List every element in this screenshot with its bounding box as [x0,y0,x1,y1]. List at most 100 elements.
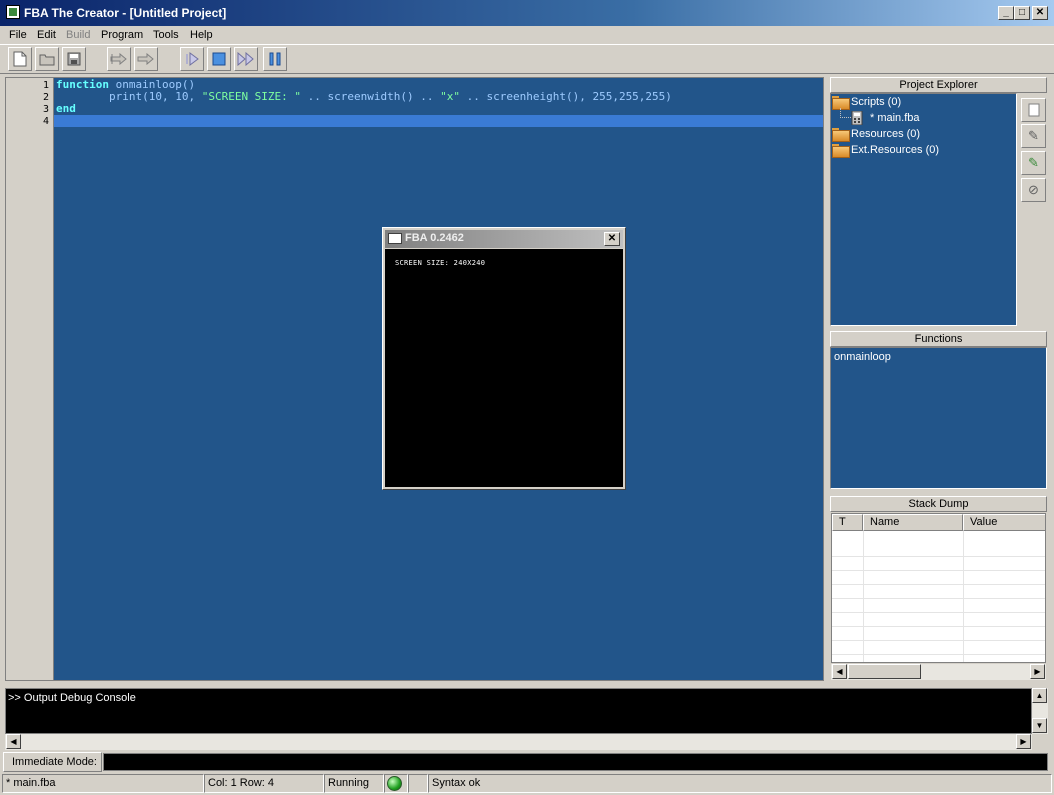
prohibited-icon: ⊘ [1028,182,1039,197]
function-item-onmainloop[interactable]: onmainloop [834,350,891,364]
grid-row [832,628,1045,641]
folder-icon [832,144,850,158]
status-syntax: Syntax ok [428,774,1052,793]
line-number-gutter: 1 2 3 4 [6,78,54,680]
status-file: * main.fba [2,774,204,793]
line-number: 1 [42,80,49,91]
line-number: 2 [42,92,49,103]
pause-button[interactable] [263,47,287,71]
new-file-icon [13,51,27,67]
line-number: 4 [42,116,49,127]
functions-header: Functions [830,331,1047,347]
scroll-down-button[interactable]: ▼ [1032,718,1047,733]
immediate-mode-input[interactable] [103,753,1048,771]
scroll-thumb[interactable] [848,664,921,679]
save-disk-icon [67,52,81,66]
scroll-right-button[interactable]: ▶ [1030,664,1045,679]
menu-file[interactable]: File [7,27,29,43]
scroll-right-button[interactable]: ▶ [1016,734,1031,749]
stop-icon [212,52,226,66]
attach-button[interactable]: ✎ [1021,124,1046,148]
menu-bar: File Edit Build Program Tools Help [0,26,1054,44]
fast-forward-icon [237,52,254,66]
script-file-icon [851,111,863,125]
project-explorer-tree[interactable]: Scripts (0) * main.fba Resources (0) Ext… [830,93,1017,326]
open-folder-icon [39,54,55,66]
minimize-button[interactable]: _ [998,6,1014,20]
maximize-button[interactable]: □ [1014,6,1030,20]
functions-list[interactable]: onmainloop [830,347,1047,489]
project-explorer-header: Project Explorer [830,77,1047,93]
grid-row [832,544,1045,557]
console-text: >> Output Debug Console [8,692,136,704]
scroll-up-button[interactable]: ▲ [1032,688,1047,703]
step-into-button[interactable] [107,47,131,71]
stack-dump-header: Stack Dump [830,496,1047,512]
console-hscrollbar[interactable] [5,734,1032,750]
title-bar: FBA The Creator - [Untitled Project] _ □… [0,0,1054,26]
running-indicator-icon [387,776,402,791]
column-header-t[interactable]: T [832,514,863,531]
remove-button[interactable]: ⊘ [1021,178,1046,202]
menu-tools[interactable]: Tools [151,27,181,43]
tree-item-scripts[interactable]: Scripts (0) [851,95,901,109]
attach-plus-icon: ✎ [1028,155,1039,170]
save-button[interactable] [62,47,86,71]
code-line: end [56,102,76,115]
output-debug-console[interactable]: >> Output Debug Console [5,688,1032,734]
scroll-left-button[interactable]: ◀ [6,734,21,749]
grid-row [832,558,1045,571]
menu-help[interactable]: Help [188,27,215,43]
folder-icon [832,128,850,142]
status-bar: * main.fba Col: 1 Row: 4 Running Syntax … [0,773,1054,795]
fast-forward-button[interactable] [234,47,258,71]
menu-edit[interactable]: Edit [35,27,58,43]
fba-screen-text: SCREEN SIZE: 240X240 [395,259,486,267]
add-script-button[interactable] [1021,98,1046,122]
grid-row [832,600,1045,613]
app-icon [6,5,20,19]
grid-row [832,642,1045,655]
window-title: FBA The Creator - [Untitled Project] [24,6,227,20]
pause-icon [269,52,281,66]
menu-program[interactable]: Program [99,27,145,43]
run-icon [186,52,199,66]
step-over-icon [137,53,154,65]
fba-close-button[interactable]: ✕ [604,232,620,246]
status-state: Running [324,774,384,793]
attach-external-button[interactable]: ✎ [1021,151,1046,175]
tree-item-resources[interactable]: Resources (0) [851,127,920,141]
toolbar [0,44,1054,74]
code-line: print(10, 10, "SCREEN SIZE: " .. screenw… [56,90,672,103]
paperclip-icon: ✎ [1028,128,1039,143]
line-number: 3 [42,104,49,115]
folder-icon [832,96,850,110]
column-header-name[interactable]: Name [863,514,963,531]
stop-button[interactable] [207,47,231,71]
status-spacer [408,774,428,793]
stack-dump-grid[interactable]: T Name Value [831,513,1046,663]
fba-window-title: FBA 0.2462 [405,232,464,244]
new-button[interactable] [8,47,32,71]
scroll-left-button[interactable]: ◀ [832,664,847,679]
grid-row [832,572,1045,585]
window-icon [388,233,402,244]
status-position: Col: 1 Row: 4 [204,774,324,793]
run-button[interactable] [180,47,204,71]
menu-build[interactable]: Build [64,27,92,43]
immediate-mode-label: Immediate Mode: [3,752,102,772]
grid-row [832,614,1045,627]
tree-connector [840,117,851,118]
tree-item-ext-resources[interactable]: Ext.Resources (0) [851,143,939,157]
column-header-value[interactable]: Value [963,514,1045,531]
current-line-highlight [54,115,823,127]
fba-runtime-window[interactable]: FBA 0.2462 ✕ SCREEN SIZE: 240X240 [382,227,626,490]
step-over-button[interactable] [134,47,158,71]
close-button[interactable]: ✕ [1032,6,1048,20]
fba-window-titlebar[interactable]: FBA 0.2462 ✕ [385,230,623,248]
step-into-icon [110,53,127,65]
tree-item-main-fba[interactable]: * main.fba [870,111,920,125]
fba-screen: SCREEN SIZE: 240X240 [385,249,623,487]
grid-row [832,586,1045,599]
open-button[interactable] [35,47,59,71]
